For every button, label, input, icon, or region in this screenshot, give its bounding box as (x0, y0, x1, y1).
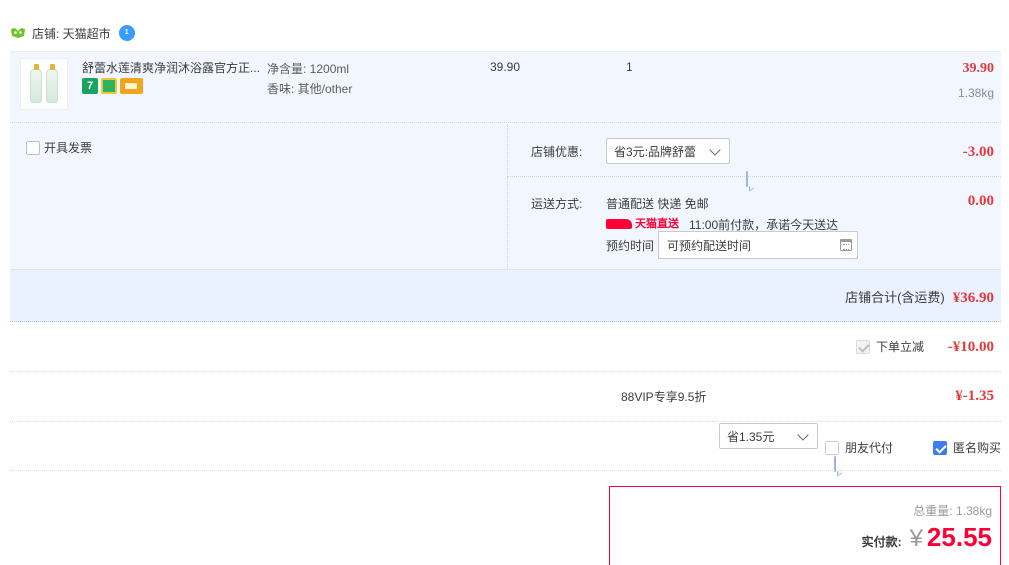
coupon-label: 店铺优惠: (531, 145, 583, 159)
currency-symbol: ¥ (909, 525, 923, 552)
coupon-select-value: 省3元:品牌舒蕾 (614, 144, 697, 159)
actual-payment-label: 实付款: (861, 535, 902, 549)
instant-discount-checkbox[interactable] (856, 339, 870, 354)
product-thumbnail[interactable] (20, 58, 68, 110)
coupon-message-icon[interactable] (746, 171, 748, 187)
friend-pay-checkbox[interactable] (825, 440, 839, 455)
spec-net-content: 净含量: 1200ml (267, 62, 350, 76)
store-total-amount: ¥36.90 (952, 290, 994, 306)
anonymous-checkbox[interactable] (933, 440, 947, 455)
shop-icon (11, 28, 25, 38)
card-icon[interactable] (120, 78, 143, 94)
store-total-label: 店铺合计(含运费) (845, 290, 945, 305)
item-weight: 1.38kg (957, 86, 994, 100)
instant-discount-label: 下单立减 (876, 340, 925, 354)
guarantee-icon[interactable] (101, 78, 117, 94)
vip-label: 88VIP专享9.5折 (621, 390, 707, 404)
shipping-method: 普通配送 快递 免邮 (606, 197, 709, 211)
chat-badge-icon[interactable]: 1 (118, 25, 135, 41)
instant-discount-option[interactable]: 下单立减 (856, 338, 924, 355)
shipping-amount: 0.00 (967, 193, 994, 209)
product-title-link[interactable]: 舒蕾水莲清爽净润沐浴露官方正... (82, 59, 264, 76)
store-total: 店铺合计(含运费) ¥36.90 (845, 287, 994, 307)
discount-row (10, 322, 1001, 372)
schedule-time-input[interactable]: 可预约配送时间 (658, 231, 858, 259)
calendar-icon[interactable] (840, 239, 852, 251)
item-subtotal: 39.90 (962, 61, 995, 76)
7-day-return-icon[interactable]: 7 (82, 78, 98, 94)
friend-pay-label: 朋友代付 (845, 441, 894, 455)
invoice-label: 开具发票 (44, 141, 93, 155)
invoice-checkbox[interactable] (26, 140, 40, 155)
actual-payment-amount: 25.55 (926, 522, 992, 552)
service-tags: 7 (82, 78, 143, 94)
shipping-details: 普通配送 快递 免邮 天猫直送 11:00前付款，承诺今天送达 (606, 194, 838, 235)
spec-scent: 香味: 其他/other (267, 82, 353, 96)
shop-name-link[interactable]: 店铺: 天猫超市 (32, 25, 111, 42)
friend-pay-option[interactable]: 朋友代付 (825, 439, 893, 456)
unit-price: 39.90 (490, 60, 521, 74)
tmall-logo-icon (606, 219, 632, 229)
vip-row (10, 372, 1001, 422)
shop-header: 店铺: 天猫超市 1 (10, 24, 135, 42)
promise-text: 11:00前付款，承诺今天送达 (689, 218, 839, 232)
vip-amount: ¥-1.35 (955, 388, 994, 404)
invoice-option[interactable]: 开具发票 (26, 139, 92, 156)
instant-discount-amount: -¥10.00 (947, 339, 994, 355)
schedule-placeholder: 可预约配送时间 (667, 238, 752, 253)
schedule-label: 预约时间 (606, 239, 655, 253)
anonymous-option[interactable]: 匿名购买 (933, 439, 1001, 456)
coupon-amount: -3.00 (962, 144, 994, 160)
total-weight: 总重量: 1.38kg (913, 504, 992, 518)
actual-payment: 实付款: ¥ 25.55 (862, 522, 992, 553)
anonymous-label: 匿名购买 (953, 441, 1002, 455)
coupon-select[interactable]: 省3元:品牌舒蕾 (606, 138, 730, 164)
chevron-down-icon (709, 144, 721, 156)
shipping-label: 运送方式: (531, 197, 583, 211)
quantity: 1 (626, 60, 633, 74)
